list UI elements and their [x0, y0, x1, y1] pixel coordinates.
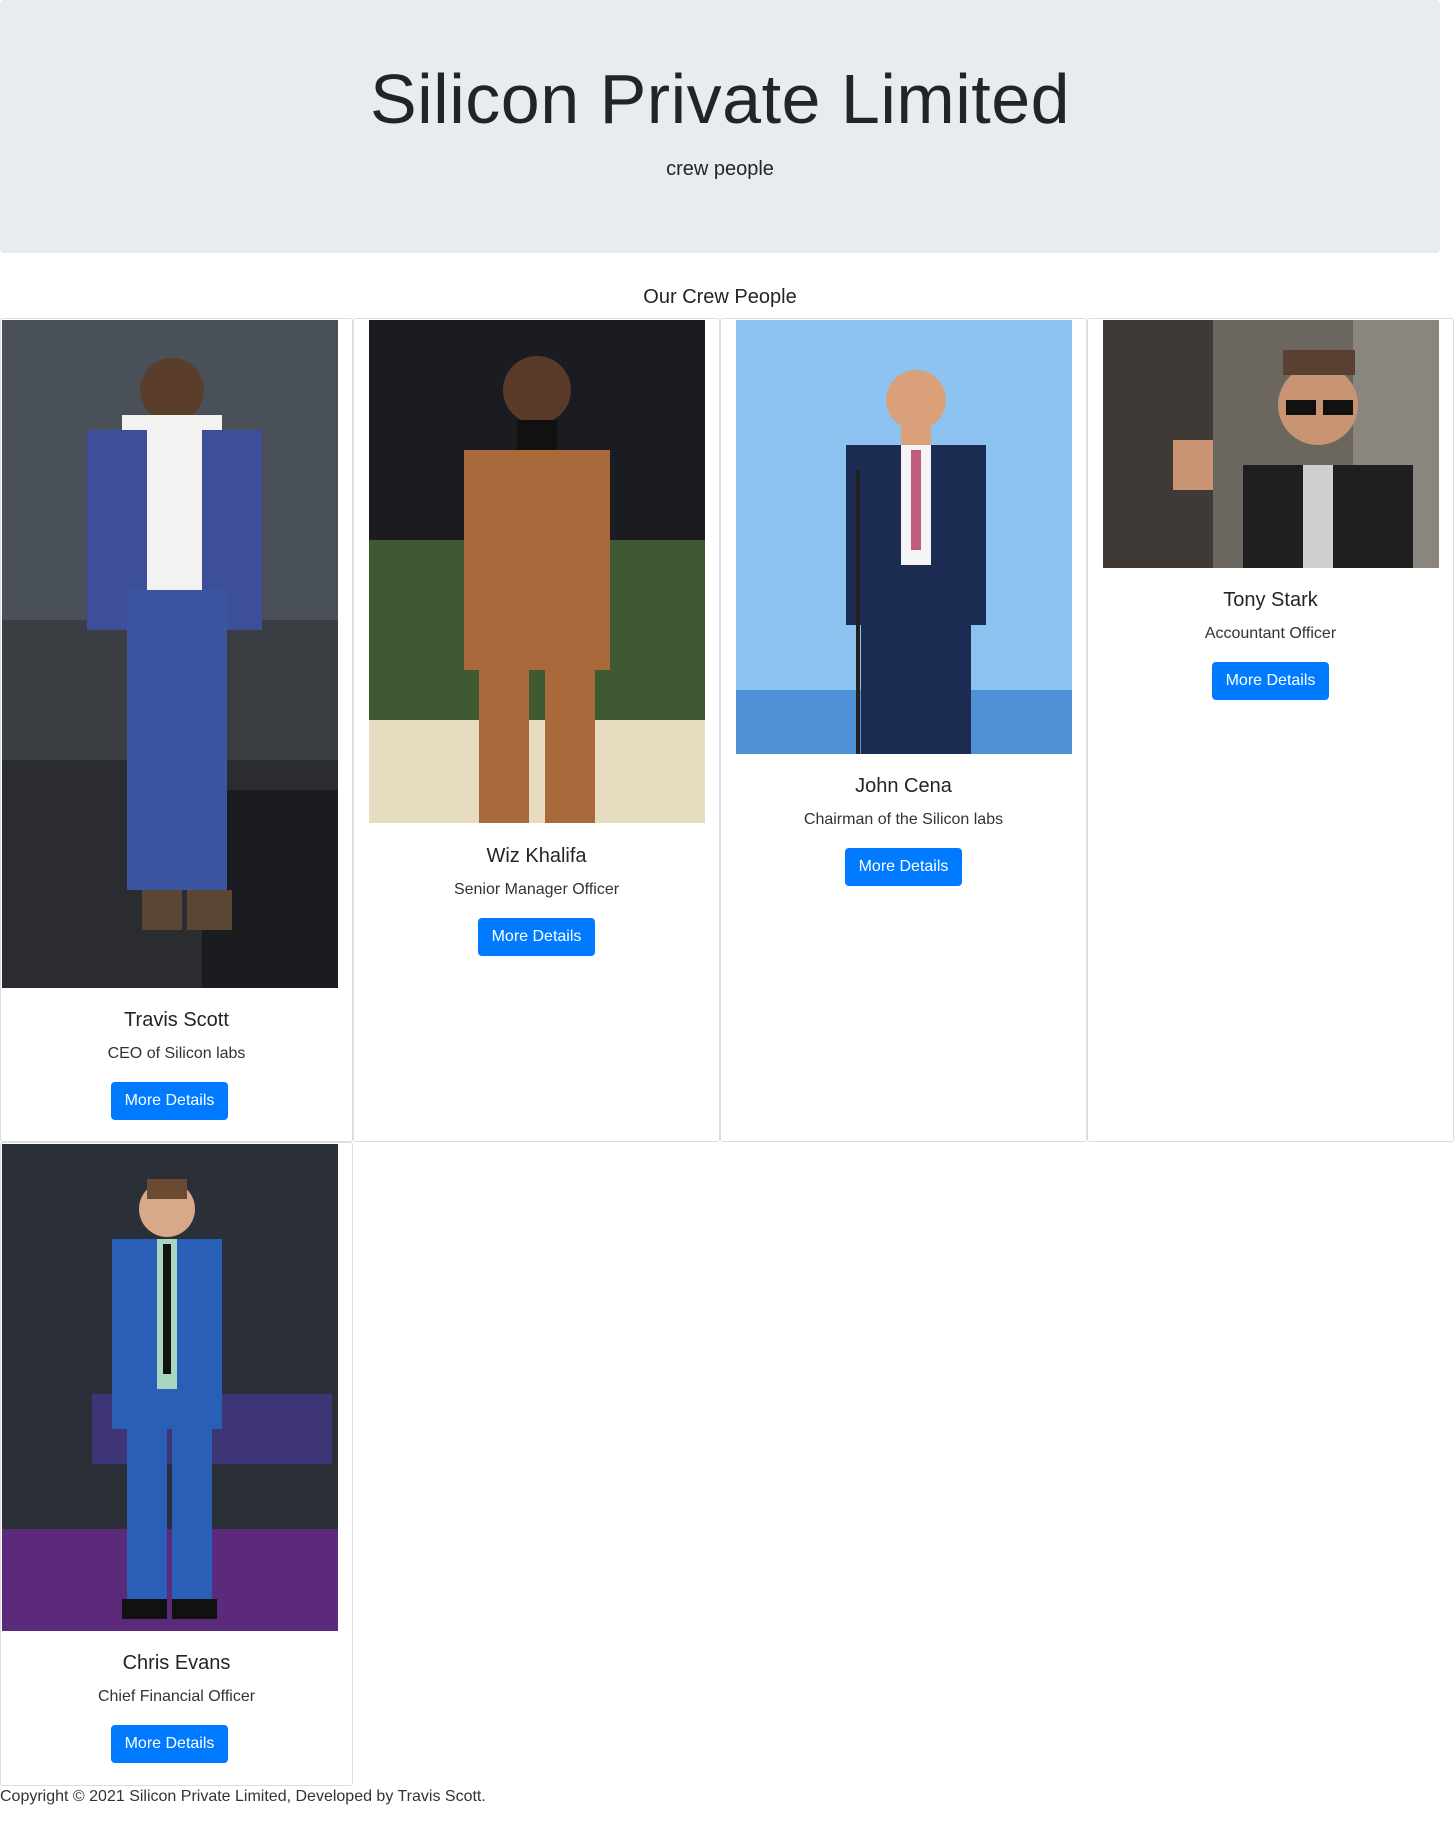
crew-card: John Cena Chairman of the Silicon labs M… — [720, 318, 1087, 1142]
page-subtitle: crew people — [666, 158, 774, 180]
crew-card: Tony Stark Accountant Officer More Detai… — [1087, 318, 1454, 1142]
crew-card: Wiz Khalifa Senior Manager Officer More … — [353, 318, 720, 1142]
more-details-button[interactable]: More Details — [1212, 662, 1329, 700]
page-title: Silicon Private Limited — [369, 60, 1071, 138]
crew-role: Senior Manager Officer — [453, 881, 620, 898]
more-details-button[interactable]: More Details — [845, 848, 962, 886]
crew-photo — [369, 320, 705, 823]
crew-name: Wiz Khalifa — [486, 845, 587, 867]
crew-photo — [2, 320, 338, 988]
crew-card: Chris Evans Chief Financial Officer More… — [0, 1142, 353, 1786]
crew-name: Tony Stark — [1223, 589, 1318, 611]
crew-photo — [2, 1144, 338, 1631]
crew-photo — [736, 320, 1072, 754]
crew-role: Accountant Officer — [1204, 625, 1337, 642]
crew-role: Chief Financial Officer — [97, 1688, 256, 1705]
header-jumbotron: Silicon Private Limited crew people — [0, 0, 1440, 253]
crew-photo — [1103, 320, 1439, 568]
more-details-button[interactable]: More Details — [111, 1725, 228, 1763]
crew-name: Chris Evans — [122, 1652, 231, 1674]
section-title: Our Crew People — [643, 286, 797, 308]
crew-role: CEO of Silicon labs — [107, 1045, 246, 1062]
crew-card: Travis Scott CEO of Silicon labs More De… — [0, 318, 353, 1142]
crew-name: Travis Scott — [124, 1009, 229, 1031]
footer-copyright: Copyright © 2021 Silicon Private Limited… — [0, 1788, 486, 1805]
crew-name: John Cena — [855, 775, 952, 797]
crew-role: Chairman of the Silicon labs — [803, 811, 1004, 828]
more-details-button[interactable]: More Details — [111, 1082, 228, 1120]
more-details-button[interactable]: More Details — [478, 918, 595, 956]
